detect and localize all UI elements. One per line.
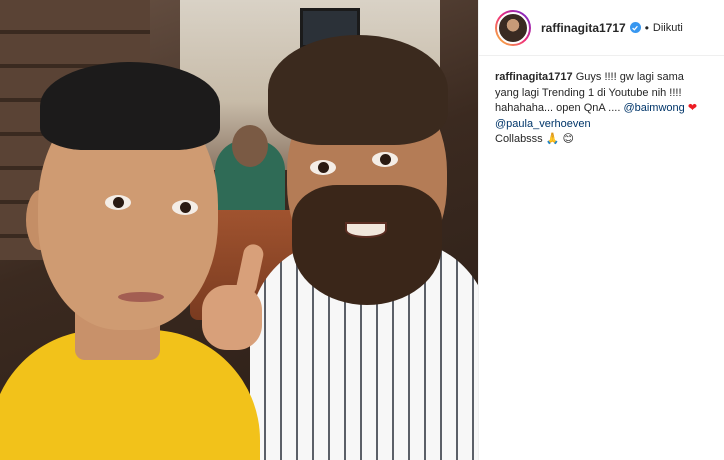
post-sidebar: raffinagita1717 • Diikuti raffinagita171… <box>478 0 724 460</box>
pray-emoji-icon: 🙏 <box>545 133 560 145</box>
instagram-post: raffinagita1717 • Diikuti raffinagita171… <box>0 0 724 460</box>
avatar-story-ring[interactable] <box>495 9 531 46</box>
caption-mention-paula[interactable]: @paula_verhoeven <box>495 118 591 130</box>
photo-person-right-mouth <box>345 222 387 238</box>
avatar[interactable] <box>497 11 529 44</box>
header-separator: • <box>644 20 649 35</box>
caption-mention-baimwong[interactable]: @baimwong <box>623 102 684 114</box>
caption-username[interactable]: raffinagita1717 <box>495 71 573 83</box>
verified-badge-icon <box>629 22 641 33</box>
photo-thumbs-up-hand <box>202 285 262 350</box>
photo-person-left-hair <box>40 62 220 150</box>
caption-text-collab: Collabsss <box>495 133 543 145</box>
smile-emoji-icon: 😊 <box>562 133 574 145</box>
photo-background-person-head <box>232 125 268 167</box>
photo-person-right-hair <box>268 35 448 145</box>
post-caption: raffinagita1717 Guys !!!! gw lagi sama y… <box>479 56 724 148</box>
post-header: raffinagita1717 • Diikuti <box>479 0 724 56</box>
photo-person-left-eye-left <box>105 195 131 210</box>
photo-person-right-beard <box>292 185 442 305</box>
post-username[interactable]: raffinagita1717 <box>541 21 626 35</box>
photo-person-left-mouth <box>118 292 164 302</box>
photo-person-left-eye-right <box>172 200 198 215</box>
follow-status-button[interactable]: Diikuti <box>653 22 683 34</box>
heart-emoji-icon: ❤ <box>687 102 698 114</box>
photo-person-right-eye-right <box>372 152 398 167</box>
post-photo[interactable] <box>0 0 478 460</box>
photo-person-right-eye-left <box>310 160 336 175</box>
